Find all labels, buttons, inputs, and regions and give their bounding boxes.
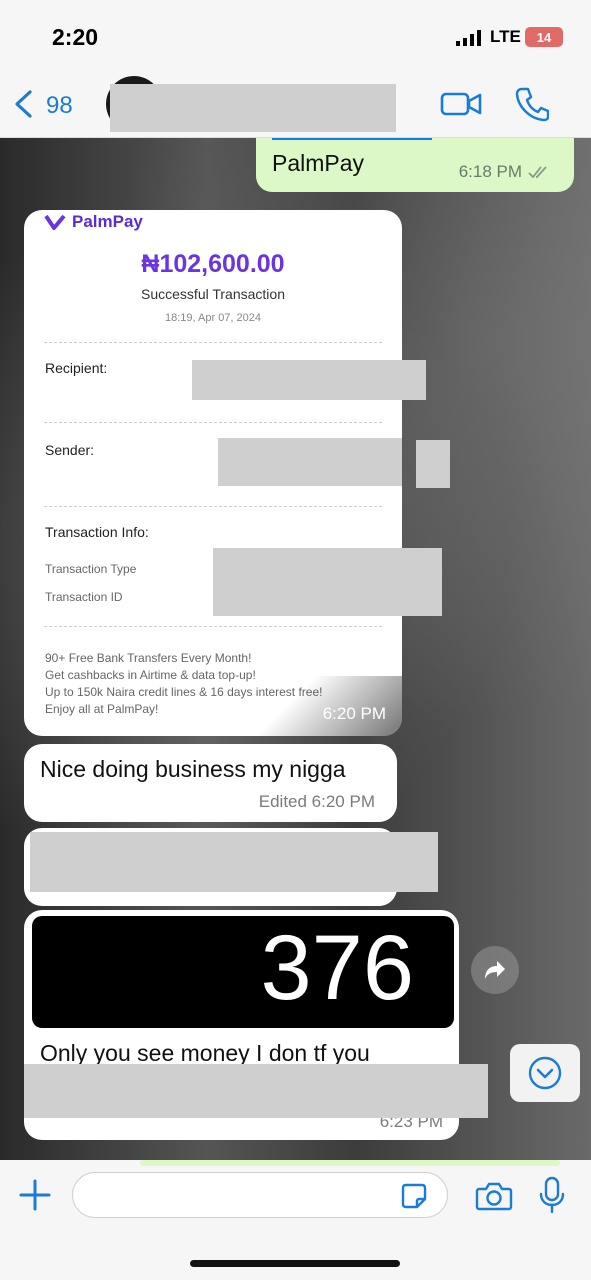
- transaction-type-label: Transaction Type: [45, 562, 137, 576]
- divider: [44, 342, 382, 343]
- microphone-icon[interactable]: [538, 1176, 566, 1214]
- receipt-image-message[interactable]: PalmPay ₦102,600.00 Successful Transacti…: [24, 210, 402, 736]
- sender-redacted-overflow: [416, 440, 450, 488]
- back-unread-count[interactable]: 98: [46, 92, 73, 120]
- message-text: Nice doing business my nigga: [40, 756, 346, 782]
- transaction-status: Successful Transaction: [141, 286, 285, 302]
- recipient-redacted: [192, 360, 402, 400]
- chevron-down-icon: [528, 1056, 562, 1090]
- palmpay-logo: PalmPay: [44, 212, 143, 232]
- status-bar: 2:20 LTE 14: [0, 0, 591, 72]
- scroll-to-bottom-button[interactable]: [510, 1044, 580, 1102]
- divider: [44, 506, 382, 507]
- chevron-left-icon[interactable]: [12, 90, 34, 118]
- divider: [44, 626, 382, 627]
- message-time: 6:20 PM: [322, 704, 386, 723]
- divider: [44, 422, 382, 423]
- recipient-label: Recipient:: [45, 360, 108, 376]
- image-number: 376: [260, 917, 415, 1019]
- camera-icon[interactable]: [475, 1180, 513, 1212]
- home-indicator: [190, 1260, 400, 1267]
- read-ticks-icon: [528, 166, 547, 179]
- message-time: 6:18 PM: [458, 162, 522, 181]
- battery-icon: 14: [525, 27, 563, 47]
- battery-level: 14: [536, 29, 552, 45]
- signal-icon: [456, 30, 481, 46]
- phone-call-icon[interactable]: [515, 86, 549, 122]
- sender-redacted: [218, 438, 402, 486]
- plus-icon[interactable]: [18, 1178, 52, 1212]
- sender-label: Sender:: [45, 442, 95, 458]
- video-call-icon[interactable]: [440, 90, 482, 118]
- transaction-info-redacted: [213, 548, 402, 616]
- transaction-info-redacted-overflow: [402, 548, 442, 616]
- forward-button[interactable]: [471, 946, 519, 994]
- recipient-redacted-overflow: [402, 360, 426, 400]
- transaction-id-label: Transaction ID: [45, 590, 123, 604]
- transaction-info-label: Transaction Info:: [45, 524, 149, 540]
- outgoing-message[interactable]: PalmPay 6:18 PM: [256, 138, 574, 192]
- link-fragment[interactable]: [272, 138, 432, 140]
- palmpay-logo-icon: [44, 214, 66, 230]
- message-composer: [0, 1160, 591, 1280]
- caption-redacted: [24, 1064, 488, 1118]
- network-label: LTE: [490, 27, 521, 46]
- sticker-icon[interactable]: [400, 1182, 428, 1210]
- chat-area[interactable]: PalmPay 6:18 PM PalmPay ₦102,600.00 Succ…: [0, 138, 591, 1160]
- incoming-message[interactable]: Nice doing business my nigga Edited 6:20…: [24, 744, 397, 822]
- message-time: Edited 6:20 PM: [258, 792, 375, 811]
- promo-line: 90+ Free Bank Transfers Every Month!: [45, 651, 252, 665]
- image-attachment[interactable]: 376: [32, 916, 454, 1028]
- forward-arrow-icon: [485, 961, 505, 979]
- transaction-amount: ₦102,600.00: [141, 250, 285, 278]
- message-caption: Only you see money I don tf you: [40, 1040, 370, 1066]
- partial-outgoing-bubble: [140, 1160, 560, 1166]
- incoming-message-redacted[interactable]: [24, 828, 438, 906]
- message-input[interactable]: [72, 1172, 448, 1218]
- transaction-datetime: 18:19, Apr 07, 2024: [164, 312, 262, 324]
- status-time: 2:20: [52, 24, 99, 50]
- brand-name: PalmPay: [72, 212, 143, 231]
- message-text: PalmPay: [272, 150, 365, 176]
- message-redacted: [30, 832, 438, 892]
- contact-name-redacted[interactable]: [110, 84, 396, 132]
- chat-header: 98: [0, 72, 591, 138]
